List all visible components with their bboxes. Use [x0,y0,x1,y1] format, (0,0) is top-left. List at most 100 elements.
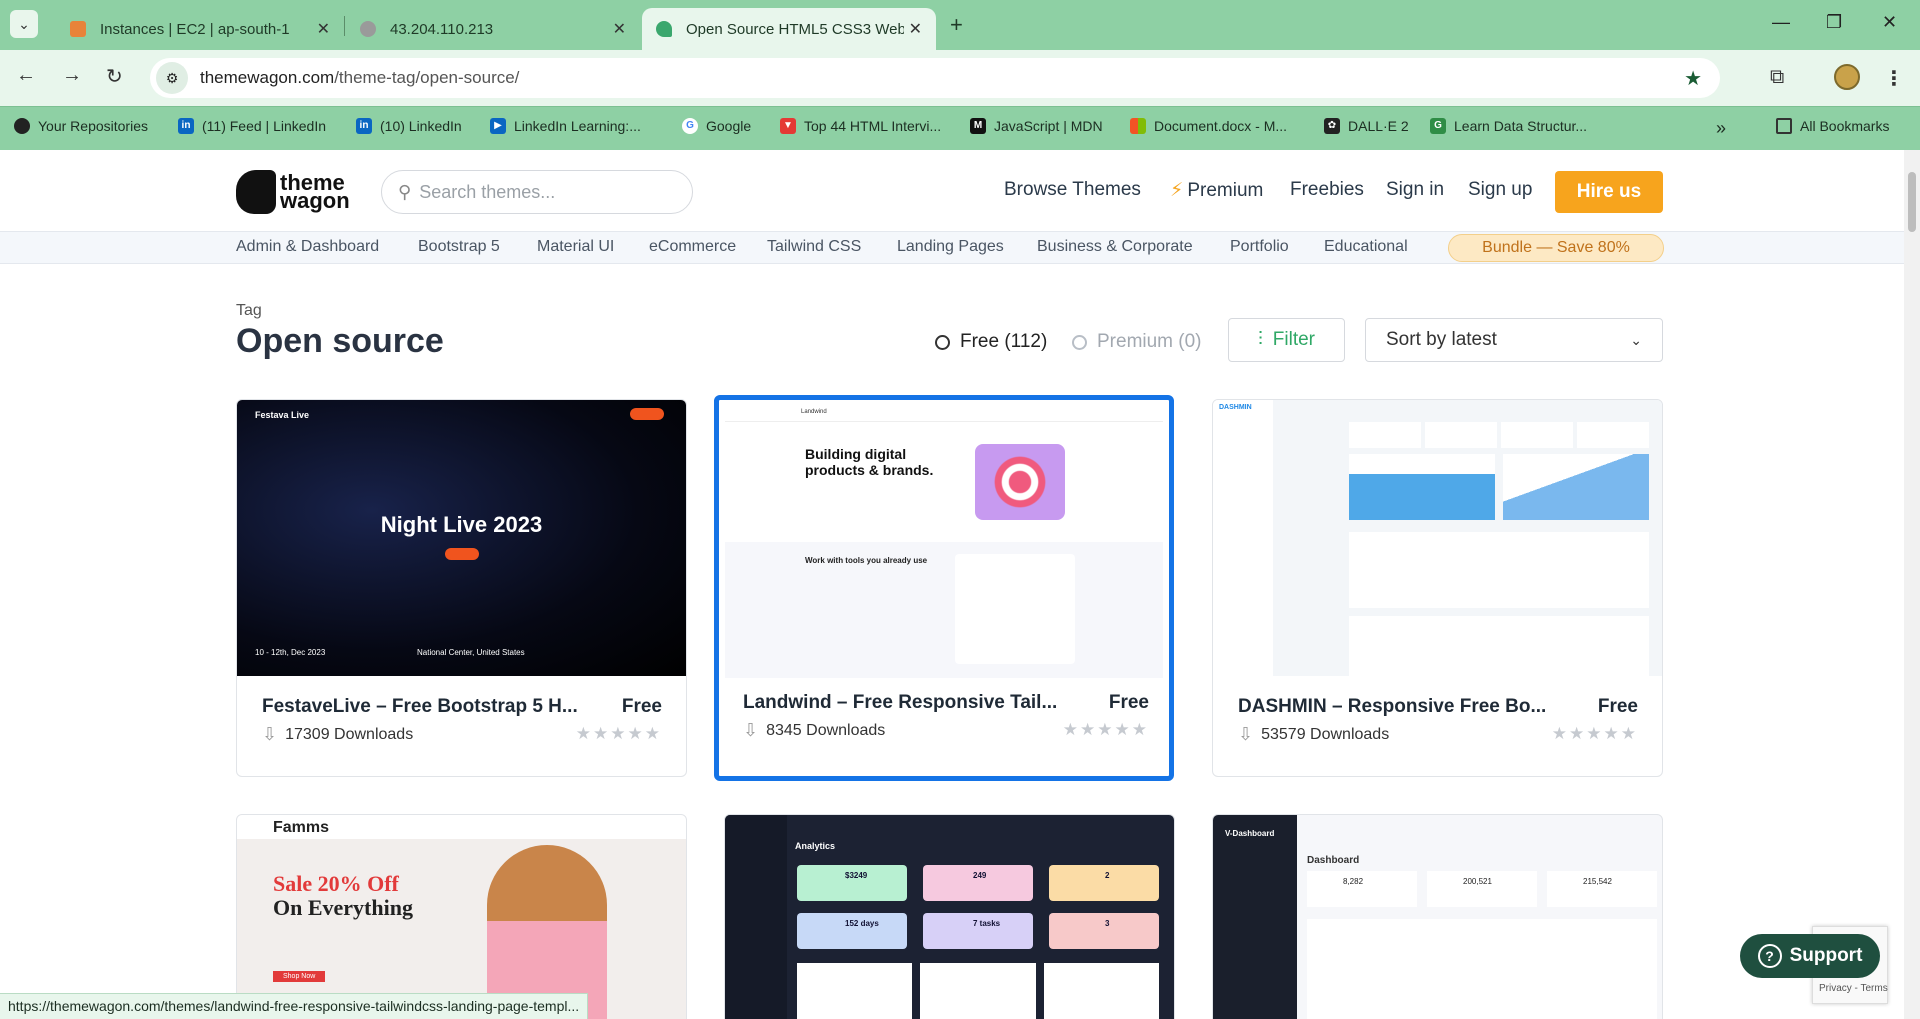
bookmark-label: DALL·E 2 [1348,118,1409,134]
bookmark-item[interactable]: ✿ DALL·E 2 [1324,118,1409,134]
theme-thumbnail[interactable]: Festava Live Night Live 2023 10 - 12th, … [237,400,686,676]
card-price: Free [1597,696,1638,717]
minimize-icon[interactable]: — [1772,12,1790,33]
downloads-count: 17309 Downloads [285,725,414,743]
rating-stars-icon: ★★★★★ [575,724,662,743]
site-info-icon[interactable]: ⚙ [156,62,188,94]
logo-line2: wagon [280,188,350,213]
thumb-heading: Dashboard [1307,855,1360,866]
bookmark-item[interactable]: M JavaScript | MDN [970,118,1103,134]
github-icon [14,118,30,134]
themewagon-logo[interactable]: theme wagon [236,170,350,214]
stat-value: 152 days [845,919,879,928]
theme-thumbnail[interactable]: DASHMIN [1213,400,1662,676]
address-bar[interactable]: ⚙ themewagon.com/theme-tag/open-source/ … [150,58,1720,98]
extensions-icon[interactable]: ⧉ [1770,66,1784,89]
bookmark-item[interactable]: in (11) Feed | LinkedIn [178,118,326,134]
bundle-badge[interactable]: Bundle — Save 80% [1448,234,1664,262]
nav-freebies[interactable]: Freebies [1290,179,1364,201]
close-window-icon[interactable]: ✕ [1882,12,1897,33]
reload-icon[interactable]: ↻ [106,64,123,89]
tag-label: Tag [236,302,262,319]
nav-browse-themes[interactable]: Browse Themes [1004,179,1141,201]
page-scrollbar[interactable] [1904,150,1920,1019]
microsoft-icon [1130,118,1146,134]
category-link[interactable]: Admin & Dashboard [236,238,379,256]
forward-icon[interactable]: → [62,64,82,87]
bookmark-item[interactable]: ▶ LinkedIn Learning:... [490,118,641,134]
support-label: Support [1789,945,1863,966]
theme-card[interactable]: DASHMIN DASHMIN – Responsive Free Bo... … [1212,399,1663,777]
filter-button[interactable]: ⫶ Filter [1228,318,1345,362]
more-bookmarks-icon[interactable]: » [1716,118,1726,139]
nav-sign-up[interactable]: Sign up [1468,179,1532,201]
bookmark-item[interactable]: Your Repositories [14,118,148,134]
url-domain: themewagon.com [200,68,335,87]
linkedin-icon: in [356,118,372,134]
category-link[interactable]: Landing Pages [897,238,1004,256]
theme-card[interactable]: Landwind Building digital products & bra… [714,395,1174,781]
restore-icon[interactable]: ❐ [1826,12,1842,33]
thumb-date: 10 - 12th, Dec 2023 [255,648,326,657]
theme-thumbnail[interactable]: Landwind Building digital products & bra… [725,406,1163,678]
close-tab-icon[interactable]: ✕ [317,19,330,39]
status-bar-url: https://themewagon.com/themes/landwind-f… [0,993,589,1019]
tab-search-chevron-icon[interactable]: ⌄ [10,10,38,38]
thumb-brand: V-Dashboard [1225,829,1275,838]
thumb-cta: Shop Now [273,971,326,982]
premium-filter-radio[interactable]: Premium (0) [1072,331,1202,353]
all-bookmarks-label: All Bookmarks [1800,118,1890,134]
theme-card[interactable]: Famms Famms Sale 20% Off On Everything S… [236,814,687,1019]
bookmark-star-icon[interactable]: ★ [1684,66,1702,91]
thumb-stat-row [1349,422,1649,448]
category-link[interactable]: Educational [1324,238,1408,256]
back-icon[interactable]: ← [16,64,36,87]
nav-sign-in[interactable]: Sign in [1386,179,1444,201]
bookmark-item[interactable]: G Learn Data Structur... [1430,118,1587,134]
theme-card[interactable]: V-Dashboard Dashboard 8,282 200,521 215,… [1212,814,1663,1019]
theme-search-input[interactable]: ⚲ Search themes... [381,170,693,214]
menu-icon[interactable]: ⋮ [1884,66,1904,91]
theme-card[interactable]: Analytics $3249 249 2 152 days 7 tasks 3 [724,814,1175,1019]
thumb-brand: Festava Live [255,410,310,420]
theme-card[interactable]: Festava Live Night Live 2023 10 - 12th, … [236,399,687,777]
new-tab-icon[interactable]: + [950,12,963,38]
tab-themewagon[interactable]: Open Source HTML5 CSS3 Web ✕ [642,8,936,50]
sort-select[interactable]: Sort by latest ⌄ [1365,318,1663,362]
thumb-stat: 152 days [797,913,907,949]
category-link[interactable]: Business & Corporate [1037,238,1193,256]
tab-ec2[interactable]: Instances | EC2 | ap-south-1 ✕ [56,8,344,50]
card-title[interactable]: Landwind – Free Responsive Tail... [743,692,1057,714]
bookmark-item[interactable]: in (10) LinkedIn [356,118,462,134]
category-link[interactable]: eCommerce [649,238,736,256]
close-tab-icon[interactable]: ✕ [909,19,922,39]
nav-premium[interactable]: ⚡ Premium [1170,179,1263,202]
scrollbar-thumb[interactable] [1908,172,1916,232]
free-filter-radio[interactable]: Free (112) [935,331,1047,353]
hire-us-button[interactable]: Hire us [1555,171,1663,213]
category-link[interactable]: Portfolio [1230,238,1289,256]
bookmark-item[interactable]: ▼ Top 44 HTML Intervi... [780,118,941,134]
thumb-stat: $3249 [797,865,907,901]
thumb-table [1349,532,1649,608]
stat-value: 7 tasks [973,919,1001,928]
support-button[interactable]: ? Support [1740,934,1880,978]
all-bookmarks[interactable]: All Bookmarks [1776,118,1889,134]
thumb-stat: 200,521 [1427,871,1537,907]
category-bar: Admin & Dashboard Bootstrap 5 Material U… [0,232,1904,264]
card-title[interactable]: DASHMIN – Responsive Free Bo... [1238,696,1546,718]
close-tab-icon[interactable]: ✕ [613,19,626,39]
card-title[interactable]: FestaveLive – Free Bootstrap 5 H... [262,696,578,718]
tab-ip[interactable]: 43.204.110.213 ✕ [346,8,640,50]
bookmark-item[interactable]: G Google [682,118,751,134]
category-link[interactable]: Tailwind CSS [767,238,861,256]
bookmark-item[interactable]: Document.docx - M... [1130,118,1287,134]
category-link[interactable]: Bootstrap 5 [418,238,500,256]
category-link[interactable]: Material UI [537,238,614,256]
stat-value: 249 [973,871,987,880]
thumb-stat: 3 [1049,913,1159,949]
url-text[interactable]: themewagon.com/theme-tag/open-source/ [200,68,519,88]
download-icon: ⇩ [262,724,278,744]
profile-avatar[interactable] [1834,64,1860,90]
sliders-icon: ⫶ [1258,329,1263,350]
